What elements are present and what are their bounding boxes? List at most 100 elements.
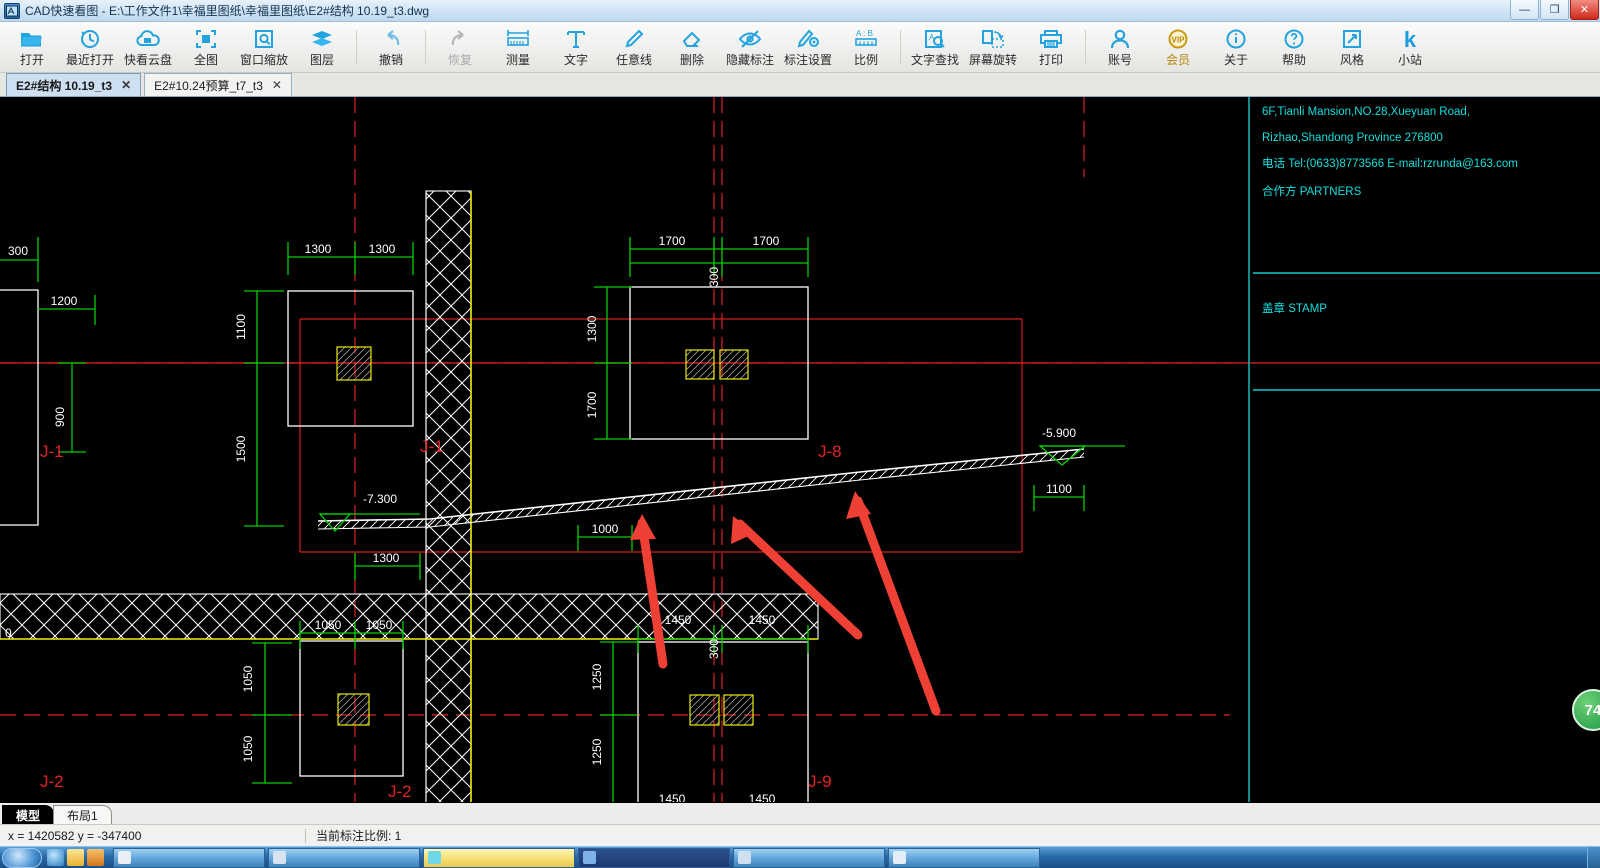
tab-model[interactable]: 模型 (2, 805, 55, 824)
toolbar-print[interactable]: 打印 (1022, 22, 1080, 72)
recent-clock-icon (78, 26, 102, 50)
taskbar-button[interactable] (578, 847, 730, 868)
toolbar-label: 恢复 (447, 53, 472, 67)
document-tab-active[interactable]: E2#结构 10.19_t3 ✕ (6, 73, 142, 96)
document-tab[interactable]: E2#10.24预算_t7_t3 ✕ (144, 73, 292, 96)
annotation-settings-icon (795, 26, 821, 50)
toolbar-label: 全图 (193, 53, 218, 67)
toolbar-delete[interactable]: 删除 (663, 22, 721, 72)
redo-arrow-icon (447, 26, 473, 50)
toolbar-hide-annotation[interactable]: 隐藏标注 (721, 22, 779, 72)
zoom-window-icon (252, 26, 276, 50)
maximize-button[interactable]: ❐ (1540, 0, 1569, 20)
ie-icon[interactable] (47, 849, 64, 866)
toolbar-label: 屏幕旋转 (968, 53, 1017, 67)
layers-icon (309, 26, 335, 50)
tab-layout-1[interactable]: 布局1 (53, 805, 112, 824)
toolbar-label: 文字查找 (910, 53, 959, 67)
toolbar-scale[interactable]: A : B 比例 (837, 22, 895, 72)
toolbar-label: 文字 (563, 53, 588, 67)
toolbar-freehand-line[interactable]: 任意线 (605, 22, 663, 72)
toolbar-style[interactable]: 风格 (1323, 22, 1381, 72)
toolbar-label: 删除 (679, 53, 704, 67)
window-icon (118, 851, 131, 864)
toolbar-label: 比例 (853, 53, 878, 67)
toolbar-label: 打印 (1038, 53, 1063, 67)
toolbar-zoom-window[interactable]: 窗口缩放 (235, 22, 293, 72)
toolbar-label: 撤销 (378, 53, 403, 67)
printer-icon (1038, 26, 1064, 50)
folder-icon[interactable] (67, 849, 84, 866)
toolbar-undo[interactable]: 撤销 (362, 22, 420, 72)
title-block-line: 6F,Tianli Mansion,NO.28,Xueyuan Road, (1262, 106, 1470, 118)
window-icon (738, 851, 751, 864)
footing-label: J-8 (818, 442, 842, 461)
toolbar-annotation-settings[interactable]: 标注设置 (779, 22, 837, 72)
toolbar-recent-open[interactable]: 最近打开 (61, 22, 119, 72)
toolbar-label: 关于 (1223, 53, 1248, 67)
toolbar-label: 打开 (19, 53, 44, 67)
measure-ruler-icon (504, 26, 532, 50)
dim-text: 1300 (305, 242, 332, 256)
toolbar-layers[interactable]: 图层 (293, 22, 351, 72)
help-question-icon (1282, 26, 1306, 50)
title-block-stamp: 盖章 STAMP (1262, 301, 1327, 315)
toolbar-help[interactable]: 帮助 (1265, 22, 1323, 72)
dim-text: 1050 (315, 618, 342, 632)
toolbar-label: 风格 (1339, 53, 1364, 67)
toolbar-label: 任意线 (615, 53, 652, 67)
toolbar-cloud-drive[interactable]: 快看云盘 (119, 22, 177, 72)
toolbar-account[interactable]: 账号 (1091, 22, 1149, 72)
taskbar-button[interactable] (423, 847, 575, 868)
toolbar-separator (1085, 30, 1086, 64)
toolbar-open[interactable]: 打开 (3, 22, 61, 72)
toolbar-about[interactable]: 关于 (1207, 22, 1265, 72)
taskbar-button[interactable] (733, 847, 885, 868)
minimize-button[interactable]: — (1510, 0, 1539, 20)
dim-text: 1700 (753, 234, 780, 248)
dim-text: 1300 (585, 315, 599, 342)
close-icon[interactable]: ✕ (121, 78, 131, 92)
drawing-canvas[interactable]: 1300 1300 300 1200 900 1100 1500 1300 17… (0, 97, 1600, 802)
title-block-line: 电话 Tel:(0633)8773566 E-mail:rzrunda@163.… (1262, 157, 1518, 170)
cad-drawing: 1300 1300 300 1200 900 1100 1500 1300 17… (0, 97, 1600, 802)
dim-text: 1050 (366, 618, 393, 632)
toolbar-redo[interactable]: 恢复 (431, 22, 489, 72)
dim-text: 1000 (592, 522, 619, 536)
toolbar-kuaikan-site[interactable]: k 小站 (1381, 22, 1439, 72)
taskbar-button[interactable] (268, 847, 420, 868)
toolbar-rotate-screen[interactable]: 屏幕旋转 (964, 22, 1022, 72)
dim-text: 1050 (241, 665, 255, 692)
start-button[interactable] (2, 847, 42, 868)
dim-text: 300 (8, 244, 28, 258)
cad-app-icon (4, 2, 20, 19)
window-icon (583, 851, 596, 864)
toolbar-label: 测量 (505, 53, 530, 67)
svg-text:VIP: VIP (1172, 36, 1186, 45)
media-icon[interactable] (87, 849, 104, 866)
close-button[interactable]: ✕ (1570, 0, 1599, 20)
text-tool-icon (564, 26, 588, 50)
taskbar-button[interactable] (888, 847, 1040, 868)
toolbar-find-text[interactable]: A 文字查找 (906, 22, 964, 72)
toolbar-text[interactable]: 文字 (547, 22, 605, 72)
user-account-icon (1108, 26, 1132, 50)
dim-text: 1200 (51, 294, 78, 308)
taskbar-button[interactable] (113, 847, 265, 868)
close-icon[interactable]: ✕ (272, 78, 282, 92)
toolbar-measure[interactable]: 测量 (489, 22, 547, 72)
info-circle-icon (1224, 26, 1248, 50)
toolbar-separator (356, 30, 357, 64)
dim-text: 300 (707, 267, 721, 287)
document-tab-label: E2#10.24预算_t7_t3 (154, 78, 263, 93)
toolbar-vip[interactable]: VIP 会员 (1149, 22, 1207, 72)
dim-text: 1100 (234, 314, 248, 340)
system-tray[interactable] (1587, 846, 1600, 868)
kuaikan-k-logo-icon: k (1398, 26, 1422, 50)
toolbar-fit-all[interactable]: 全图 (177, 22, 235, 72)
toolbar-label: 会员 (1165, 53, 1190, 67)
footing-label: J-2 (40, 772, 64, 791)
hide-annotation-eye-icon (736, 26, 764, 50)
dim-text: 1700 (585, 391, 599, 418)
toolbar-separator (900, 30, 901, 64)
